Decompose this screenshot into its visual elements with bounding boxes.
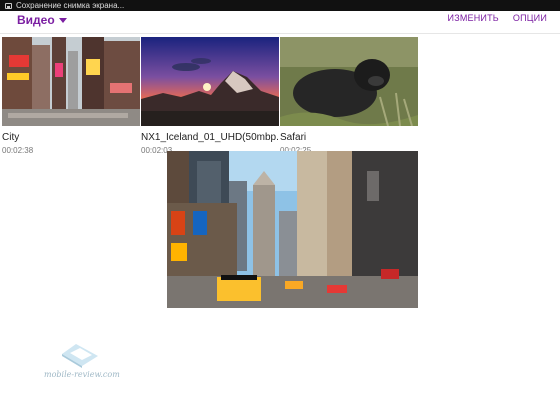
- status-notification: Сохранение снимка экрана...: [16, 1, 125, 10]
- category-dropdown[interactable]: Видео: [17, 13, 67, 27]
- edit-button[interactable]: ИЗМЕНИТЬ: [448, 13, 499, 23]
- video-player[interactable]: [167, 151, 418, 308]
- screenshot-icon: [5, 2, 12, 9]
- dropdown-caret-icon: [58, 17, 67, 23]
- video-tile-safari[interactable]: Safari 00:02:25: [280, 37, 418, 155]
- video-title: Safari: [280, 132, 307, 143]
- video-thumbnail-city[interactable]: [2, 37, 140, 126]
- video-title: NX1_Iceland_01_UHD(50mbp...: [141, 132, 279, 143]
- header-actions: ИЗМЕНИТЬ ОПЦИИ: [448, 13, 547, 23]
- watermark-text: mobile-review.com: [44, 370, 120, 379]
- video-duration: 00:02:38: [2, 146, 34, 155]
- status-bar: Сохранение снимка экрана...: [0, 0, 560, 11]
- watermark-logo-icon: [62, 344, 98, 368]
- page-title: Видео: [17, 13, 55, 27]
- video-thumbnail-safari[interactable]: [280, 37, 418, 126]
- options-button[interactable]: ОПЦИИ: [513, 13, 547, 23]
- video-thumbnail-iceland[interactable]: [141, 37, 279, 126]
- video-tile-iceland[interactable]: NX1_Iceland_01_UHD(50mbp... 00:02:03: [141, 37, 279, 155]
- app-bar: Видео ИЗМЕНИТЬ ОПЦИИ: [0, 11, 560, 34]
- video-tile-city[interactable]: City 00:02:38: [2, 37, 140, 155]
- video-title: City: [2, 132, 20, 143]
